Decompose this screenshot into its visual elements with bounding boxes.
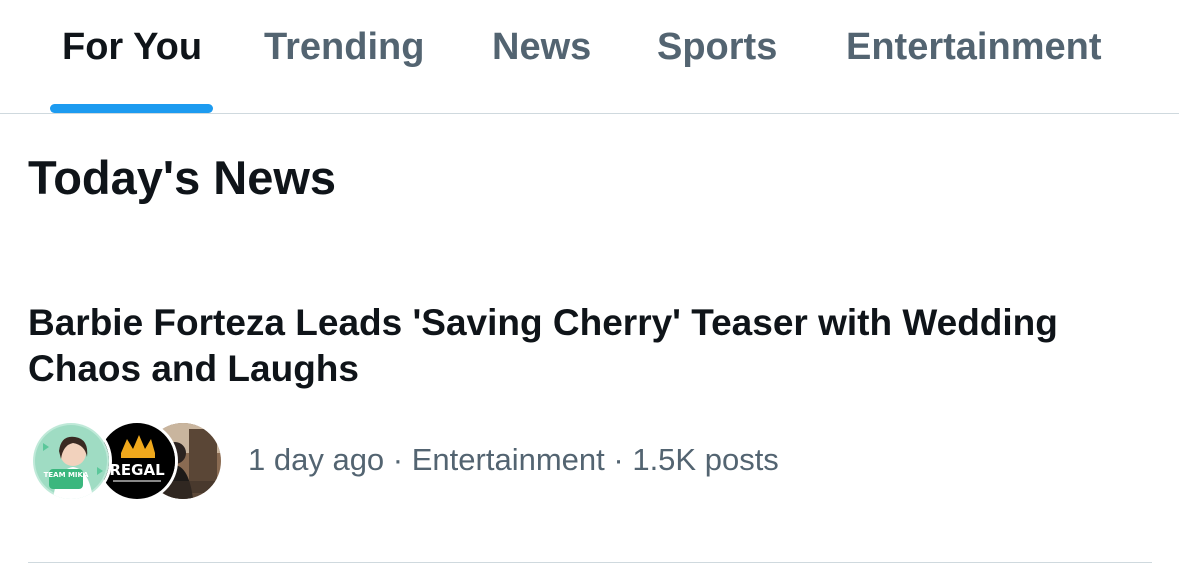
tab-trending[interactable]: Trending [264, 22, 424, 72]
regal-logo-text: REGAL [109, 461, 165, 479]
tab-bar: For You Trending News Sports Entertainme… [0, 0, 1179, 114]
news-post-count: 1.5K posts [632, 442, 779, 477]
tab-for-you[interactable]: For You [62, 22, 202, 72]
avatar-stack: REGAL TEAM MIKA [30, 420, 224, 502]
news-item[interactable]: Barbie Forteza Leads 'Saving Cherry' Tea… [0, 290, 1179, 560]
team-mika-logo-text: TEAM MIKA [44, 471, 89, 479]
tab-news[interactable]: News [492, 22, 591, 72]
team-mika-avatar: TEAM MIKA [30, 420, 112, 502]
news-time: 1 day ago [248, 442, 385, 477]
news-meta: 1 day ago · Entertainment · 1.5K posts [248, 440, 779, 480]
news-headline[interactable]: Barbie Forteza Leads 'Saving Cherry' Tea… [28, 300, 1138, 392]
tab-entertainment[interactable]: Entertainment [846, 22, 1101, 72]
tab-sports[interactable]: Sports [657, 22, 777, 72]
explore-page: For You Trending News Sports Entertainme… [0, 0, 1179, 588]
section-title: Today's News [28, 151, 337, 204]
news-category: Entertainment [411, 442, 605, 477]
meta-separator: · [392, 442, 404, 477]
meta-separator: · [613, 442, 624, 477]
active-tab-indicator [50, 104, 213, 113]
divider [28, 562, 1152, 563]
